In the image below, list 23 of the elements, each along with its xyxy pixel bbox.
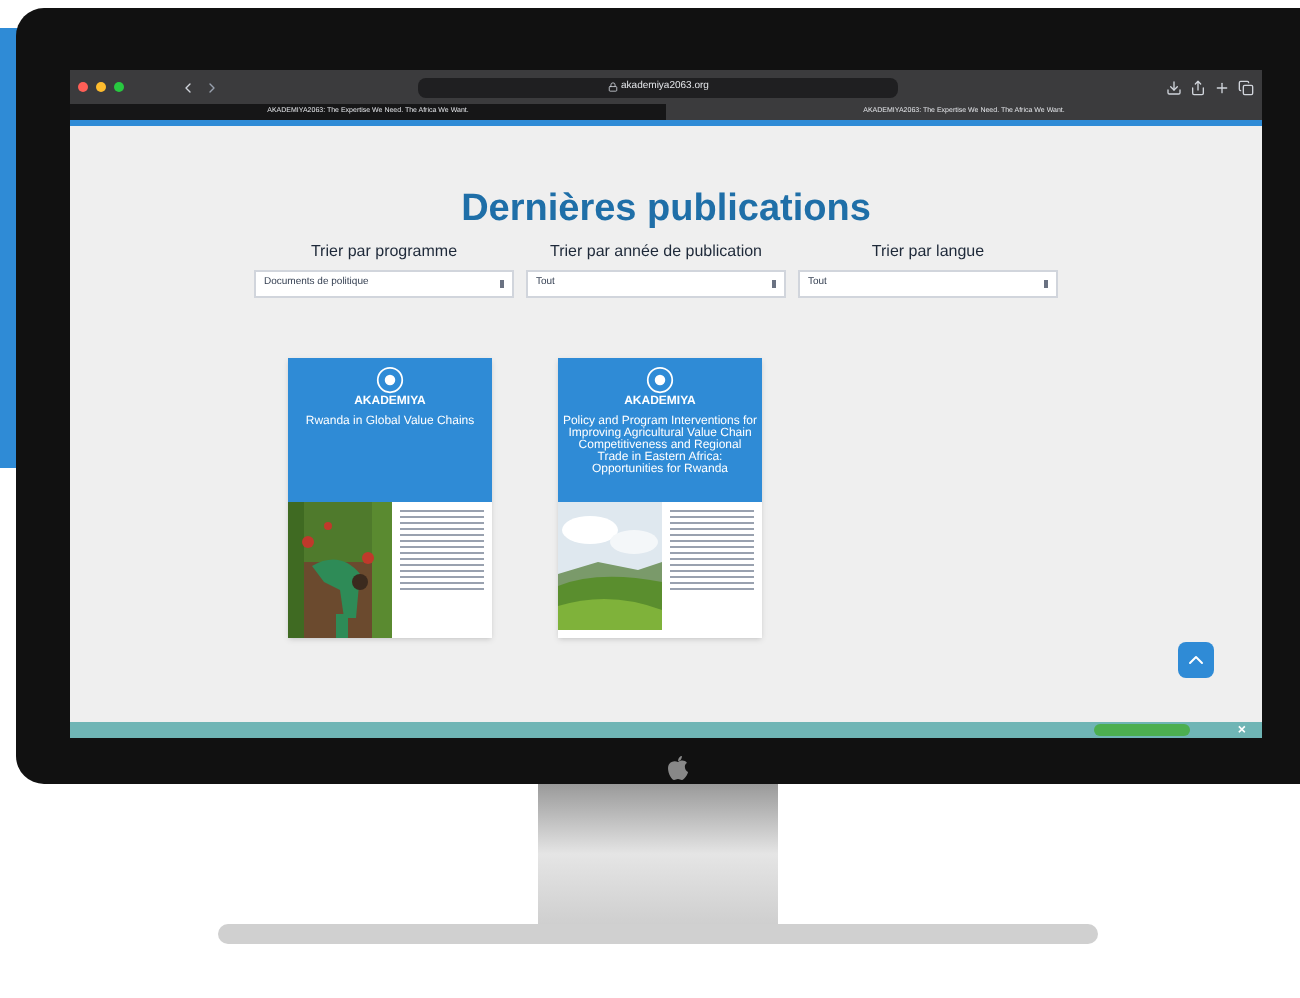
page-title: Dernières publications bbox=[461, 190, 871, 228]
logo-icon bbox=[376, 366, 404, 394]
back-icon[interactable] bbox=[180, 79, 196, 95]
tabs-icon[interactable] bbox=[1238, 79, 1254, 95]
lock-icon bbox=[607, 82, 618, 92]
download-icon[interactable] bbox=[1166, 79, 1182, 95]
share-icon[interactable] bbox=[1190, 79, 1206, 95]
forward-icon[interactable] bbox=[204, 79, 220, 95]
minimize-icon[interactable] bbox=[96, 82, 106, 92]
scroll-top-button[interactable] bbox=[1178, 642, 1214, 678]
filter-label: Trier par programme bbox=[310, 240, 458, 264]
text-column-drawing bbox=[400, 510, 484, 590]
close-window-icon[interactable] bbox=[78, 82, 88, 92]
zoom-icon[interactable] bbox=[114, 82, 124, 92]
text-column-drawing bbox=[670, 510, 754, 590]
filter-label: Trier par langue bbox=[871, 240, 985, 264]
select-arrows-icon bbox=[772, 280, 776, 288]
new-tab-icon[interactable] bbox=[1214, 79, 1230, 95]
select-arrows-icon bbox=[1044, 280, 1048, 288]
logo-icon bbox=[646, 366, 674, 394]
apple-logo-icon bbox=[668, 756, 688, 780]
select-arrows-icon bbox=[500, 280, 504, 288]
filter-label: Trier par année de publication bbox=[550, 240, 762, 264]
